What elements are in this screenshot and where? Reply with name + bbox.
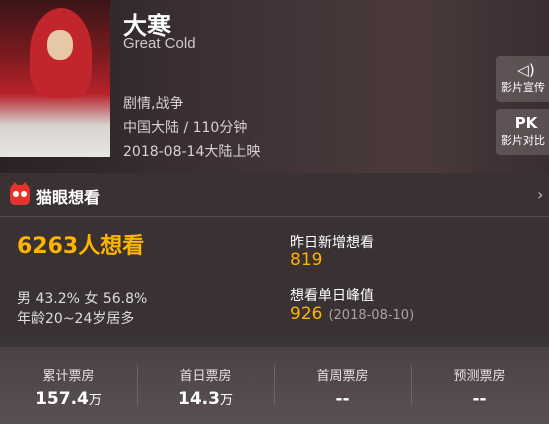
- boxoffice-bar: 累计票房 157.4万 首日票房 14.3万 首周票房 -- 预测票房 --: [0, 347, 549, 424]
- speaker-icon: ◁): [517, 61, 535, 79]
- movie-title-en: Great Cold: [123, 35, 196, 52]
- movie-genres: 剧情,战争: [123, 96, 184, 112]
- boxoffice-first-day-value: 14.3万: [178, 389, 233, 409]
- boxoffice-first-week: 首周票房 --: [274, 347, 411, 424]
- peak-wish-label: 想看单日峰值: [290, 288, 374, 304]
- boxoffice-total-label: 累计票房: [42, 369, 95, 384]
- boxoffice-total: 累计票房 157.4万: [0, 347, 137, 424]
- pk-icon: PK: [514, 114, 538, 132]
- boxoffice-forecast-label: 预测票房: [453, 369, 506, 384]
- boxoffice-first-day-label: 首日票房: [179, 369, 232, 384]
- yesterday-wish-value: 819: [290, 250, 323, 270]
- boxoffice-first-week-value: --: [335, 389, 350, 409]
- compare-button[interactable]: PK 影片对比: [496, 109, 549, 155]
- movie-header: 大寒 Great Cold 剧情,战争 中国大陆 / 110分钟 2018-08…: [0, 0, 549, 173]
- boxoffice-first-day: 首日票房 14.3万: [137, 347, 274, 424]
- movie-release: 2018-08-14大陆上映: [123, 144, 261, 160]
- movie-poster[interactable]: [0, 0, 110, 157]
- boxoffice-first-week-label: 首周票房: [316, 369, 369, 384]
- promo-button-label: 影片宣传: [501, 81, 545, 94]
- peak-wish-row: 926 (2018-08-10): [290, 304, 414, 324]
- movie-region-duration: 中国大陆 / 110分钟: [123, 120, 248, 136]
- boxoffice-forecast: 预测票房 --: [411, 347, 548, 424]
- peak-wish-value: 926: [290, 304, 323, 324]
- poster-face: [47, 30, 73, 60]
- wish-age-group: 年龄20~24岁居多: [17, 311, 135, 327]
- poster-title-art: [3, 52, 53, 120]
- boxoffice-forecast-value: --: [472, 389, 487, 409]
- peak-wish-date: (2018-08-10): [328, 308, 415, 323]
- promo-button[interactable]: ◁) 影片宣传: [496, 56, 549, 102]
- wish-panel-header[interactable]: 猫眼想看 ›: [0, 173, 549, 217]
- wish-total: 6263人想看: [17, 234, 145, 259]
- wish-gender-ratio: 男 43.2% 女 56.8%: [17, 291, 148, 307]
- boxoffice-total-value: 157.4万: [35, 389, 102, 409]
- wish-panel: 猫眼想看 › 6263人想看 男 43.2% 女 56.8% 年龄20~24岁居…: [0, 173, 549, 335]
- chevron-right-icon[interactable]: ›: [537, 185, 543, 204]
- compare-button-label: 影片对比: [501, 134, 545, 147]
- wish-panel-title: 猫眼想看: [36, 188, 101, 207]
- yesterday-wish-label: 昨日新增想看: [290, 235, 374, 251]
- maoyan-logo-icon: [10, 182, 30, 205]
